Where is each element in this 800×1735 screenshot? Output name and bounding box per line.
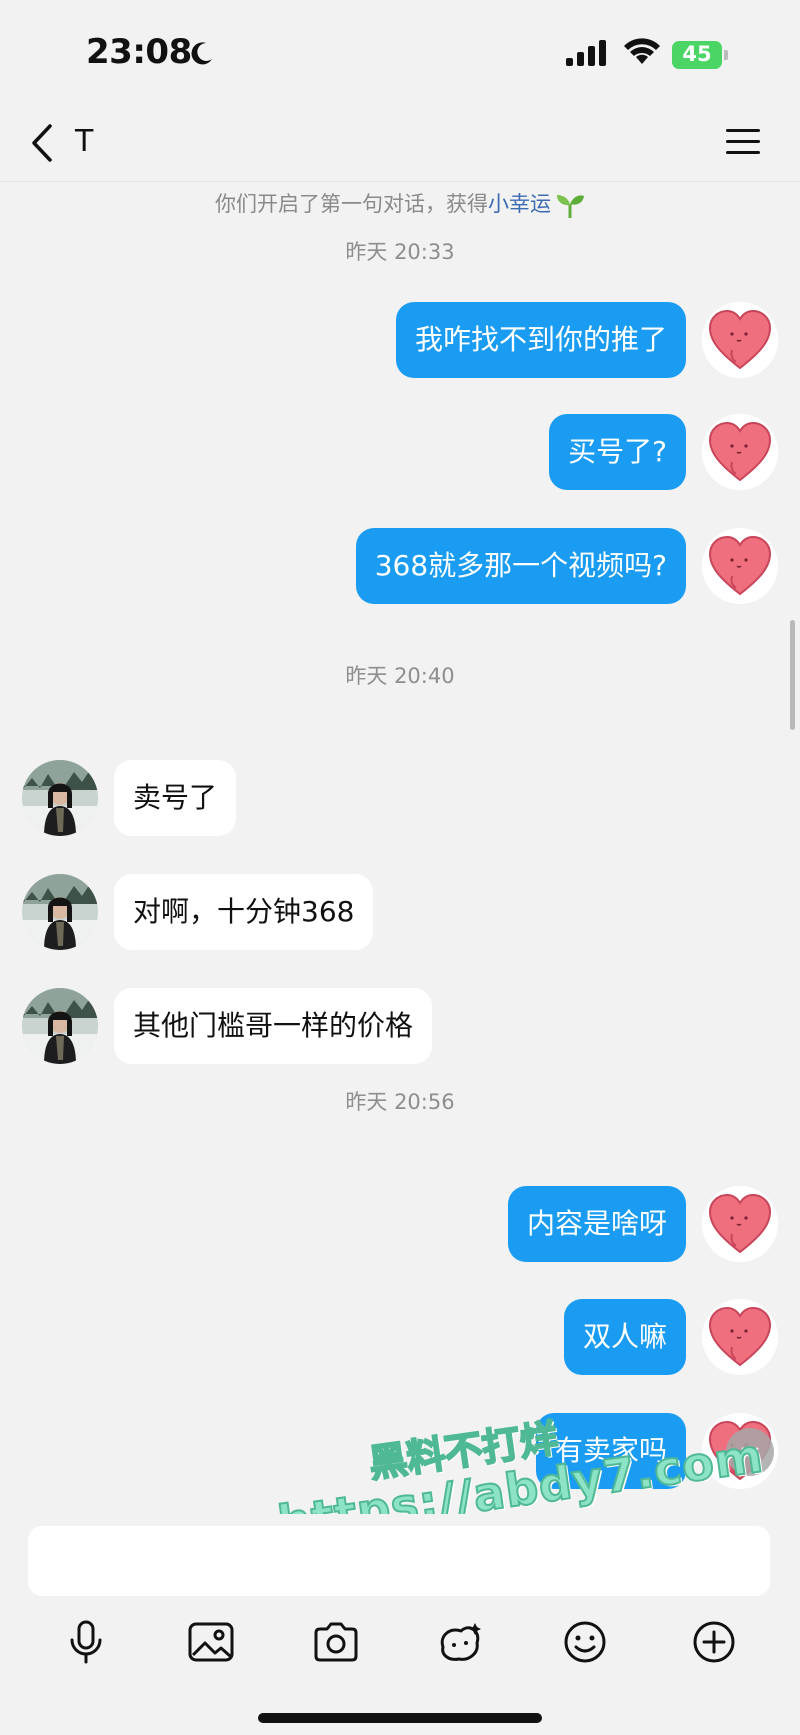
timestamp: 昨天 20:40 — [345, 664, 455, 688]
message-incoming: 卖号了 — [22, 760, 237, 836]
sprout-icon — [557, 195, 584, 218]
message-bubble[interactable]: 其他门槛哥一样的价格 — [114, 988, 433, 1064]
contact-photo — [22, 874, 98, 950]
my-avatar[interactable] — [702, 1299, 778, 1375]
timestamp: 昨天 20:33 — [345, 240, 455, 264]
message-input[interactable] — [28, 1526, 770, 1596]
status-bar: 23:08 45 — [0, 0, 800, 104]
contact-avatar[interactable] — [22, 874, 98, 950]
back-icon[interactable] — [24, 118, 64, 168]
scroll-to-bottom-button[interactable] — [726, 1428, 774, 1476]
message-incoming: 其他门槛哥一样的价格 — [22, 988, 433, 1064]
message-bubble[interactable]: 368就多那一个视频吗? — [355, 528, 686, 604]
wifi-icon — [624, 38, 660, 64]
plus-icon — [693, 1621, 735, 1663]
my-avatar[interactable] — [702, 528, 778, 604]
sticker-icon — [440, 1623, 481, 1661]
heart-avatar-icon — [708, 1193, 772, 1254]
input-toolbar — [0, 1612, 800, 1682]
lucky-link[interactable]: 小幸运 — [488, 192, 551, 216]
battery-level: 45 — [682, 42, 712, 66]
nav-bar: T — [0, 104, 800, 182]
signal-icon — [566, 40, 606, 66]
chevron-down-icon — [741, 1447, 759, 1458]
message-outgoing: 368就多那一个视频吗? — [355, 528, 778, 604]
gallery-button[interactable] — [181, 1612, 241, 1672]
message-bubble[interactable]: 买号了? — [549, 414, 686, 490]
microphone-icon — [70, 1620, 102, 1664]
image-icon — [188, 1622, 234, 1662]
message-bubble[interactable]: 卖号了 — [114, 760, 237, 836]
moon-icon — [191, 42, 212, 65]
contact-photo — [22, 988, 98, 1064]
contact-avatar[interactable] — [22, 760, 98, 836]
contact-photo — [22, 760, 98, 836]
message-incoming: 对啊，十分钟368 — [22, 874, 374, 950]
message-outgoing: 买号了? — [549, 414, 778, 490]
heart-avatar-icon — [708, 1306, 772, 1367]
scrollbar[interactable] — [790, 620, 795, 730]
my-avatar[interactable] — [702, 1186, 778, 1262]
message-outgoing: 双人嘛 — [563, 1299, 778, 1375]
camera-icon — [314, 1622, 358, 1662]
sticker-button[interactable] — [430, 1612, 490, 1672]
message-outgoing: 内容是啥呀 — [507, 1186, 778, 1262]
message-bubble[interactable]: 我咋找不到你的推了 — [395, 302, 686, 378]
camera-button[interactable] — [306, 1612, 366, 1672]
my-avatar[interactable] — [702, 414, 778, 490]
timestamp: 昨天 20:56 — [345, 1090, 455, 1114]
message-outgoing: 我咋找不到你的推了 — [395, 302, 778, 378]
chat-title: T — [75, 124, 94, 159]
heart-avatar-icon — [708, 421, 772, 482]
emoji-button[interactable] — [555, 1612, 615, 1672]
message-bubble[interactable]: 有卖家吗 — [535, 1413, 686, 1489]
my-avatar[interactable] — [702, 302, 778, 378]
system-notice: 你们开启了第一句对话，获得小幸运 — [0, 188, 800, 218]
contact-avatar[interactable] — [22, 988, 98, 1064]
heart-avatar-icon — [708, 309, 772, 370]
heart-avatar-icon — [708, 535, 772, 596]
message-bubble[interactable]: 内容是啥呀 — [507, 1186, 686, 1262]
voice-button[interactable] — [56, 1612, 116, 1672]
home-indicator[interactable] — [258, 1713, 542, 1723]
more-button[interactable] — [684, 1612, 744, 1672]
battery-icon: 45 — [672, 41, 728, 69]
message-bubble[interactable]: 双人嘛 — [563, 1299, 686, 1375]
menu-icon[interactable] — [722, 122, 766, 162]
message-bubble[interactable]: 对啊，十分钟368 — [114, 874, 374, 950]
status-time: 23:08 — [86, 32, 192, 72]
system-notice-text: 你们开启了第一句对话，获得 — [215, 192, 488, 216]
emoji-icon — [564, 1621, 606, 1663]
chat-area[interactable]: 你们开启了第一句对话，获得小幸运 昨天 20:33 我咋找不到你的推了 买号了? — [0, 182, 800, 1514]
input-area — [0, 1514, 800, 1735]
